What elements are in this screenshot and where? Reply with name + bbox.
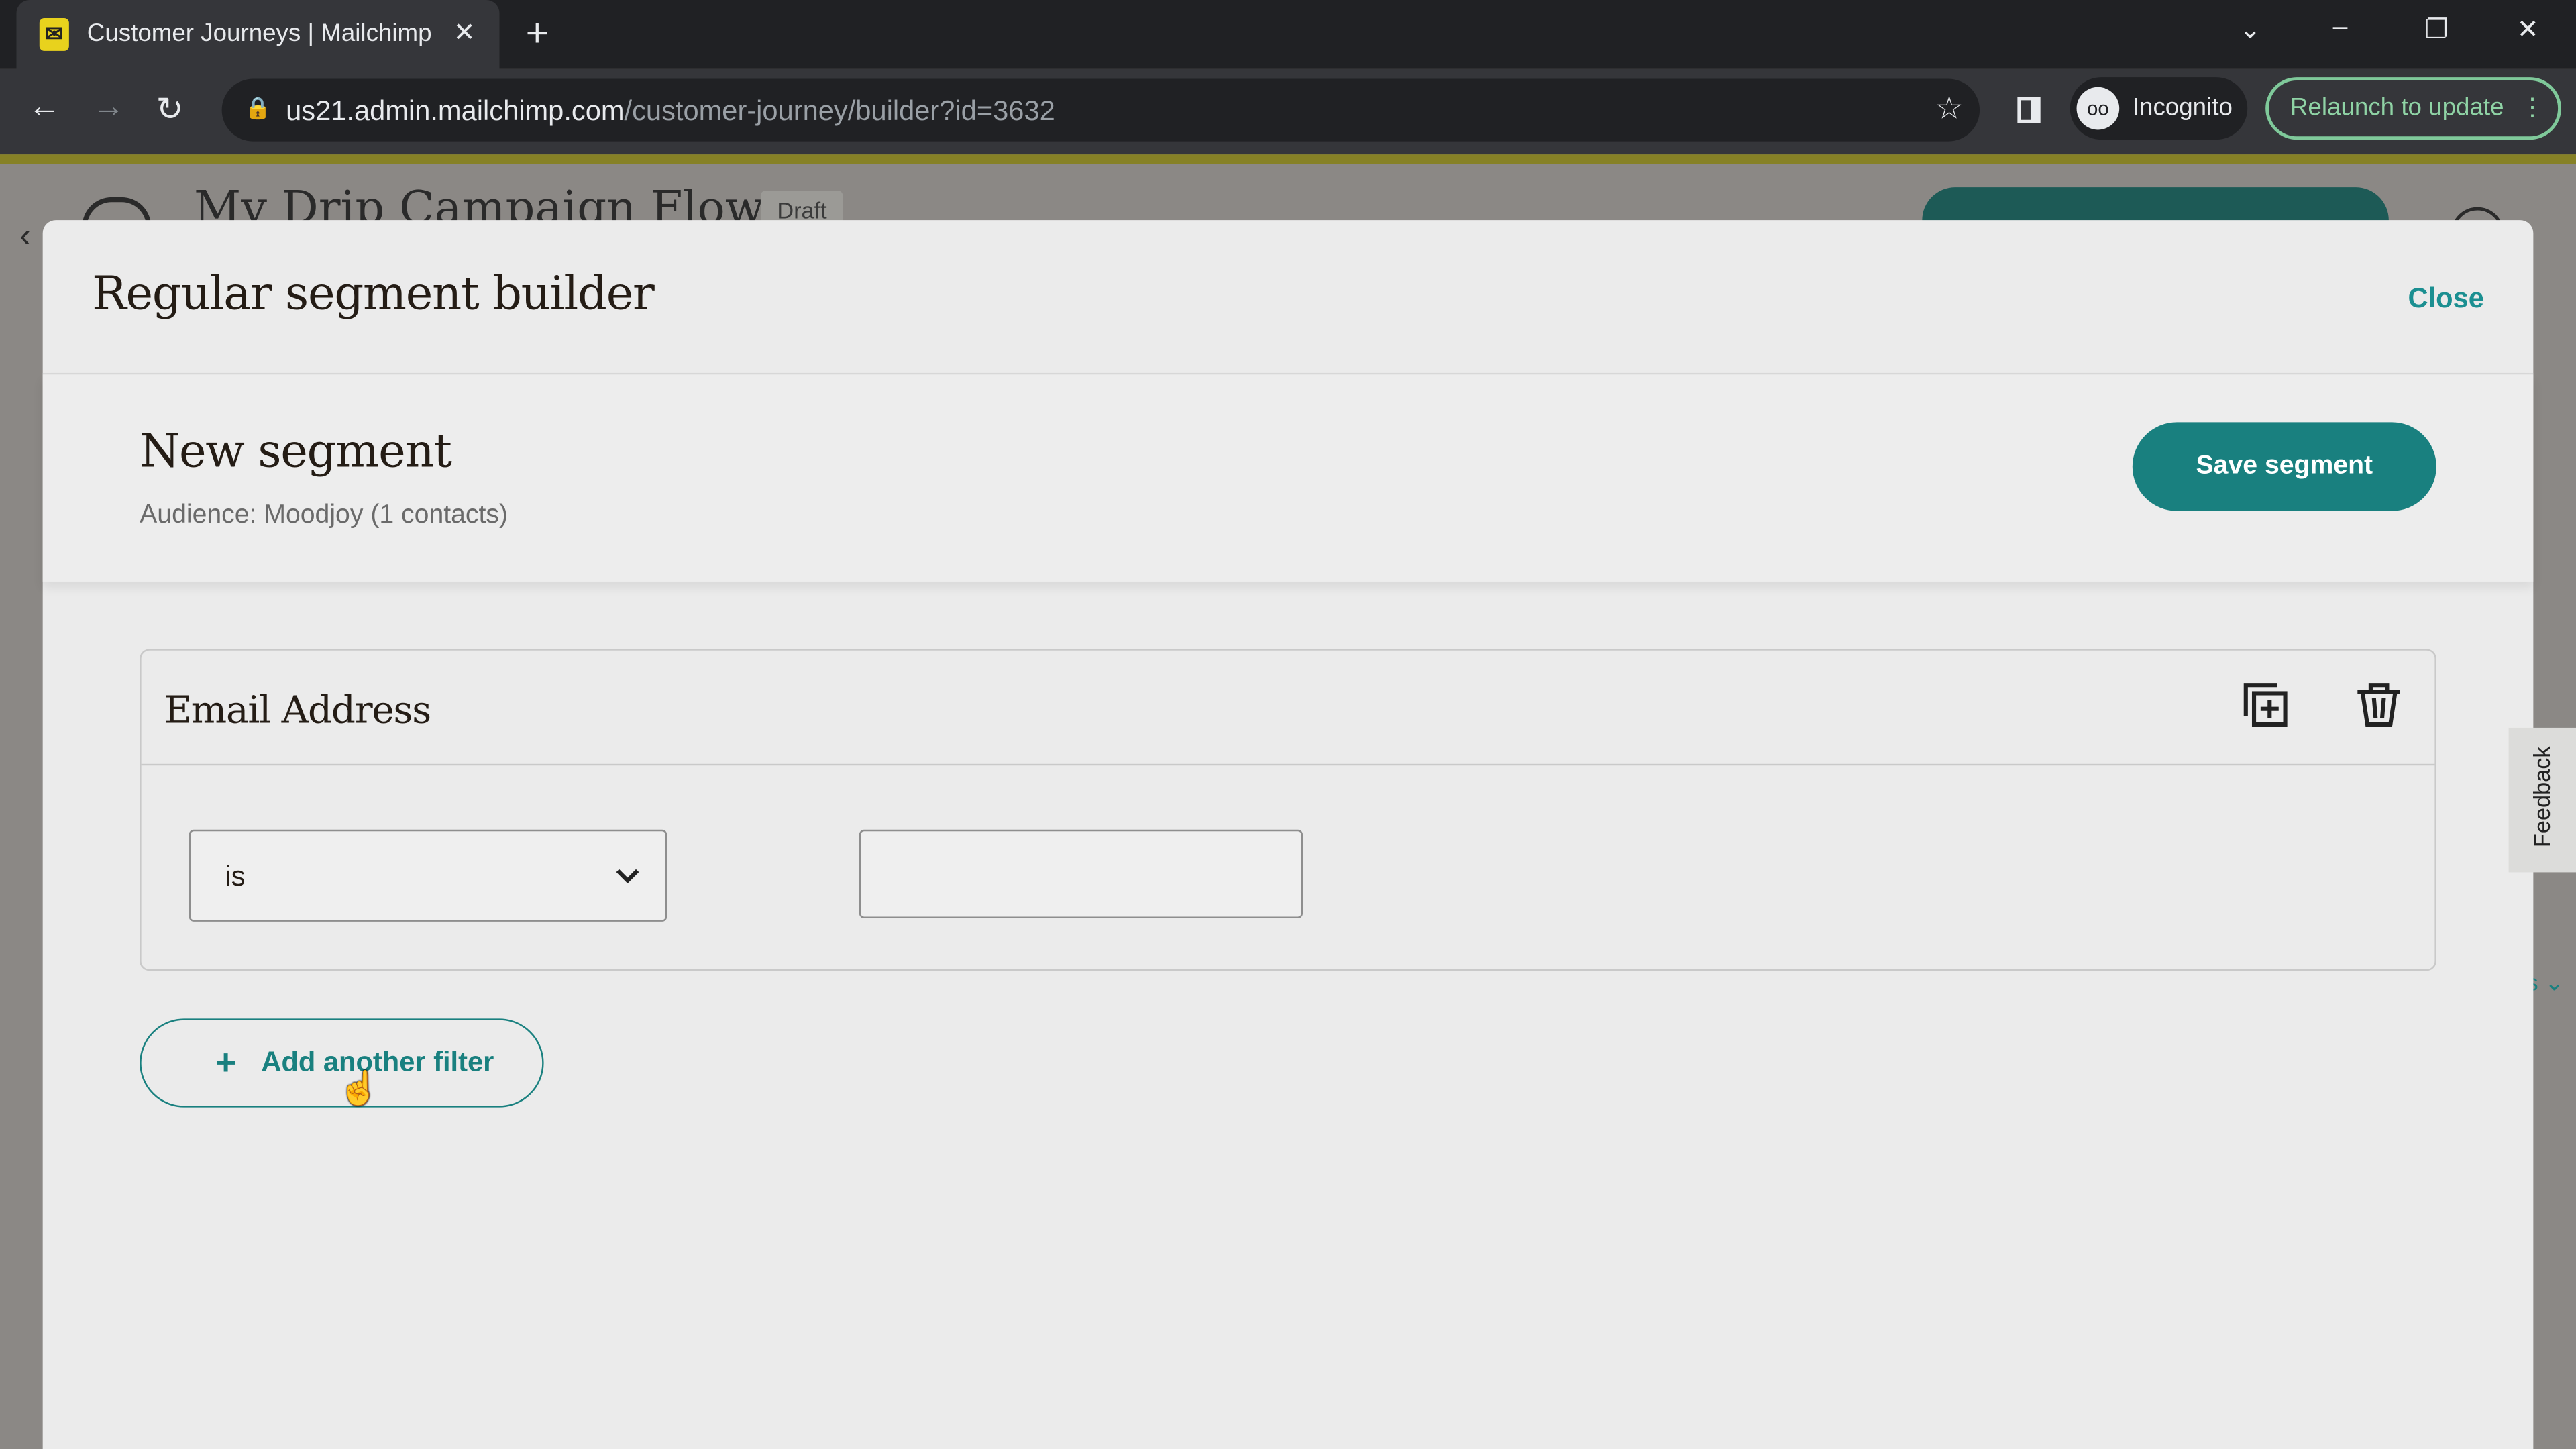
tab-title: Customer Journeys | Mailchimp [87,19,432,48]
back-icon[interactable]: ← [28,89,61,126]
address-bar[interactable]: 🔒 us21.admin.mailchimp.com/customer-jour… [221,78,1980,142]
menu-kebab-icon[interactable]: ⋮ [2520,80,2545,136]
page-accent-bar [0,154,2576,164]
window-close-icon[interactable]: ✕ [2517,13,2539,46]
reload-icon[interactable]: ↻ [156,89,184,129]
chevron-down-icon [616,869,639,883]
duplicate-filter-icon[interactable] [2241,680,2290,729]
tab-search-icon[interactable]: ⌄ [2239,13,2261,46]
url-host: us21.admin.mailchimp.com [286,95,625,127]
divider [141,763,2435,766]
modal-title: Regular segment builder [92,266,655,321]
back-chevron-icon: ‹ [19,218,31,255]
segment-builder-modal: Regular segment builder Close New segmen… [42,220,2534,1449]
save-segment-button[interactable]: Save segment [2132,422,2436,511]
relaunch-button[interactable]: Relaunch to update ⋮ [2265,77,2561,140]
delete-filter-icon[interactable] [2354,680,2403,729]
plus-icon: + [215,1041,237,1083]
relaunch-label: Relaunch to update [2290,93,2504,122]
forward-icon[interactable]: → [92,89,125,126]
filter-card: Email Address is [140,649,2436,971]
operator-select[interactable]: is [189,829,667,922]
mailchimp-favicon-icon: ✉ [39,17,69,51]
operator-value: is [225,861,246,892]
close-tab-icon[interactable]: ✕ [453,16,476,49]
filter-field-label: Email Address [164,690,431,733]
filter-value-input[interactable] [859,829,1303,918]
incognito-label: Incognito [2132,93,2233,122]
new-tab-icon[interactable]: + [526,11,549,58]
lock-icon: 🔒 [244,95,272,120]
screen: ✉ Customer Journeys | Mailchimp ✕ + ⌄ – … [0,0,2576,1449]
audience-info: Audience: Moodjoy (1 contacts) [140,500,508,529]
browser-tab-strip: ✉ Customer Journeys | Mailchimp ✕ + ⌄ – … [0,0,2576,69]
feedback-label: Feedback [2528,746,2555,848]
restore-icon[interactable]: ❐ [2425,13,2449,46]
browser-tab[interactable]: ✉ Customer Journeys | Mailchimp ✕ [16,0,500,69]
segment-header: New segment Audience: Moodjoy (1 contact… [42,374,2534,582]
url-path: /customer-journey/builder?id=3632 [624,95,1055,127]
minimize-icon[interactable]: – [2333,13,2348,43]
incognito-profile-button[interactable]: oo Incognito [2070,77,2248,140]
hand-cursor-icon: ☝ [338,1071,380,1108]
browser-toolbar: ← → ↻ 🔒 us21.admin.mailchimp.com/custome… [0,68,2576,155]
incognito-icon: oo [2076,87,2120,130]
feedback-tab[interactable]: Feedback [2508,727,2576,873]
segment-name: New segment [140,423,452,478]
bookmark-star-icon[interactable]: ☆ [1935,91,1964,128]
side-panel-icon[interactable] [2017,97,2041,123]
close-button[interactable]: Close [2408,282,2484,315]
